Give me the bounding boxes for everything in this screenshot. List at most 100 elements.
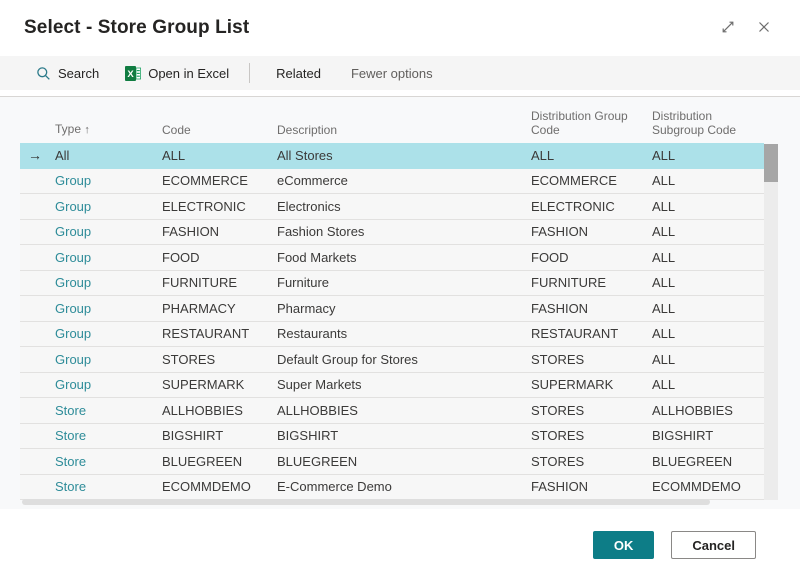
cell-description: Electronics [277, 199, 531, 214]
cell-distribution-subgroup-code: ALL [652, 224, 764, 239]
horizontal-scrollbar-thumb[interactable] [22, 499, 710, 505]
close-dialog-button[interactable] [754, 17, 774, 37]
excel-icon: X [125, 66, 141, 81]
vertical-scrollbar-thumb[interactable] [764, 144, 778, 182]
cell-distribution-subgroup-code: ALL [652, 173, 764, 188]
cell-distribution-subgroup-code: ALL [652, 148, 764, 163]
cell-distribution-subgroup-code: BLUEGREEN [652, 454, 764, 469]
table-row[interactable]: Store ECOMMDEMO E-Commerce Demo FASHION … [20, 475, 764, 501]
cell-distribution-group-code: FASHION [531, 301, 652, 316]
cell-distribution-group-code: STORES [531, 454, 652, 469]
cell-type[interactable]: Group [55, 224, 162, 239]
cell-description: E-Commerce Demo [277, 479, 531, 494]
action-toolbar: Search X Open in Excel Related Fewer opt… [0, 56, 800, 90]
cell-description: Restaurants [277, 326, 531, 341]
cell-distribution-subgroup-code: ALL [652, 250, 764, 265]
column-header-distribution-subgroup-code[interactable]: Distribution Subgroup Code [652, 109, 764, 137]
search-button[interactable]: Search [30, 62, 105, 85]
table-row[interactable]: Group STORES Default Group for Stores ST… [20, 347, 764, 373]
cell-code: BIGSHIRT [162, 428, 277, 443]
cell-distribution-subgroup-code: BIGSHIRT [652, 428, 764, 443]
cell-type[interactable]: Group [55, 250, 162, 265]
related-button[interactable]: Related [270, 62, 327, 85]
cell-distribution-subgroup-code: ALL [652, 377, 764, 392]
fewer-options-button[interactable]: Fewer options [345, 62, 439, 85]
cell-distribution-group-code: STORES [531, 352, 652, 367]
cell-type[interactable]: Group [55, 377, 162, 392]
cell-type[interactable]: Store [55, 428, 162, 443]
cell-distribution-subgroup-code: ALL [652, 352, 764, 367]
table-row[interactable]: Group SUPERMARK Super Markets SUPERMARK … [20, 373, 764, 399]
cancel-button[interactable]: Cancel [671, 531, 756, 559]
horizontal-scrollbar[interactable] [20, 499, 764, 506]
column-header-description[interactable]: Description [277, 123, 531, 137]
table-row[interactable]: Group FASHION Fashion Stores FASHION ALL [20, 220, 764, 246]
cell-type[interactable]: Group [55, 173, 162, 188]
cell-type[interactable]: Group [55, 199, 162, 214]
cell-distribution-group-code: STORES [531, 403, 652, 418]
cell-distribution-group-code: STORES [531, 428, 652, 443]
cell-code: ECOMMDEMO [162, 479, 277, 494]
cell-type[interactable]: Store [55, 454, 162, 469]
table-row[interactable]: Group FURNITURE Furniture FURNITURE ALL [20, 271, 764, 297]
cell-description: All Stores [277, 148, 531, 163]
fewer-options-label: Fewer options [351, 66, 433, 81]
cell-description: Furniture [277, 275, 531, 290]
cell-description: Pharmacy [277, 301, 531, 316]
cell-distribution-group-code: ECOMMERCE [531, 173, 652, 188]
cell-description: BIGSHIRT [277, 428, 531, 443]
table-row[interactable]: Group RESTAURANT Restaurants RESTAURANT … [20, 322, 764, 348]
cell-distribution-subgroup-code: ECOMMDEMO [652, 479, 764, 494]
vertical-scrollbar[interactable] [764, 144, 778, 500]
column-header-code[interactable]: Code [162, 123, 277, 137]
table-row[interactable]: → All ALL All Stores ALL ALL [20, 143, 764, 169]
table-row[interactable]: Group ELECTRONIC Electronics ELECTRONIC … [20, 194, 764, 220]
page-title: Select - Store Group List [24, 16, 776, 40]
cell-code: ALLHOBBIES [162, 403, 277, 418]
cell-description: Default Group for Stores [277, 352, 531, 367]
current-row-marker: → [20, 147, 55, 163]
cell-code: FURNITURE [162, 275, 277, 290]
cell-code: FASHION [162, 224, 277, 239]
toolbar-divider [249, 63, 250, 83]
table-row[interactable]: Store BIGSHIRT BIGSHIRT STORES BIGSHIRT [20, 424, 764, 450]
cell-code: PHARMACY [162, 301, 277, 316]
expand-dialog-button[interactable] [718, 17, 738, 37]
table-row[interactable]: Group FOOD Food Markets FOOD ALL [20, 245, 764, 271]
store-group-list-grid: Type ↑ Code Description Distribution Gro… [0, 96, 800, 509]
cell-type[interactable]: All [55, 148, 162, 163]
close-icon [756, 23, 772, 38]
cell-distribution-group-code: FOOD [531, 250, 652, 265]
cell-type[interactable]: Store [55, 403, 162, 418]
cell-type[interactable]: Group [55, 352, 162, 367]
table-row[interactable]: Group ECOMMERCE eCommerce ECOMMERCE ALL [20, 169, 764, 195]
cell-distribution-subgroup-code: ALL [652, 301, 764, 316]
open-in-excel-button[interactable]: X Open in Excel [119, 62, 235, 85]
cell-code: ALL [162, 148, 277, 163]
cell-description: ALLHOBBIES [277, 403, 531, 418]
cell-distribution-group-code: ELECTRONIC [531, 199, 652, 214]
cell-type[interactable]: Group [55, 326, 162, 341]
cell-code: STORES [162, 352, 277, 367]
cell-code: RESTAURANT [162, 326, 277, 341]
cell-type[interactable]: Store [55, 479, 162, 494]
cell-distribution-subgroup-code: ALL [652, 275, 764, 290]
sort-ascending-icon: ↑ [84, 124, 90, 136]
cell-distribution-group-code: RESTAURANT [531, 326, 652, 341]
table-row[interactable]: Group PHARMACY Pharmacy FASHION ALL [20, 296, 764, 322]
dialog-titlebar: Select - Store Group List [0, 0, 800, 56]
table-row[interactable]: Store ALLHOBBIES ALLHOBBIES STORES ALLHO… [20, 398, 764, 424]
cell-type[interactable]: Group [55, 275, 162, 290]
cell-type[interactable]: Group [55, 301, 162, 316]
column-header-type[interactable]: Type ↑ [55, 122, 162, 137]
cell-code: FOOD [162, 250, 277, 265]
table-row[interactable]: Store BLUEGREEN BLUEGREEN STORES BLUEGRE… [20, 449, 764, 475]
column-header-distribution-group-code[interactable]: Distribution Group Code [531, 109, 652, 137]
cell-code: ECOMMERCE [162, 173, 277, 188]
cell-distribution-group-code: FASHION [531, 224, 652, 239]
ok-button[interactable]: OK [593, 531, 655, 559]
cell-distribution-subgroup-code: ALL [652, 199, 764, 214]
search-label: Search [58, 66, 99, 81]
cell-code: SUPERMARK [162, 377, 277, 392]
search-icon [36, 66, 51, 81]
